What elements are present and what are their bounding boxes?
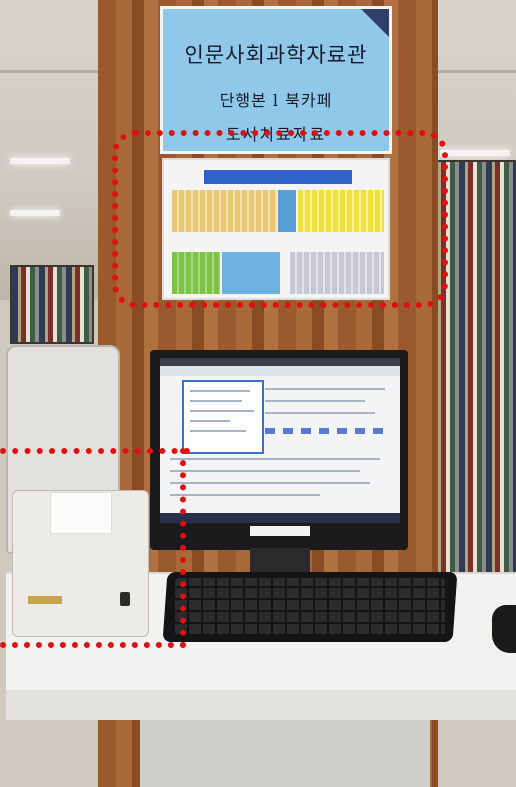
ceiling-beam [0, 70, 100, 73]
screen-text-line [170, 494, 320, 496]
taskbar[interactable] [160, 513, 400, 523]
monitor-label-sticker [250, 526, 310, 536]
keyboard-keys[interactable] [175, 578, 445, 636]
dialog-popup[interactable] [182, 380, 264, 454]
monitor-screen[interactable] [160, 358, 400, 523]
window-titlebar [160, 358, 400, 366]
popup-text-line [190, 430, 246, 432]
screen-tab-strip[interactable] [265, 428, 390, 434]
desk-base [140, 720, 430, 787]
sign-corner-decoration [361, 9, 389, 37]
screen-text-line [265, 400, 365, 402]
sign-title: 인문사회과학자료관 [184, 43, 368, 67]
mouse[interactable] [492, 605, 516, 653]
ceiling-light [10, 210, 60, 216]
screen-text-line [265, 412, 375, 414]
screen-text-line [170, 470, 360, 472]
left-bookshelf [10, 265, 94, 344]
printer-logo [28, 596, 62, 604]
popup-text-line [190, 410, 254, 412]
screen-text-line [170, 482, 370, 484]
books [12, 267, 92, 342]
highlight-box-poster [112, 130, 448, 308]
highlight-line-top [0, 448, 190, 460]
highlight-line-right [180, 448, 192, 648]
printer-button[interactable] [120, 592, 130, 606]
receipt-paper[interactable] [50, 492, 112, 534]
highlight-line-bottom [0, 642, 186, 654]
ceiling-light [10, 158, 70, 164]
screen-text-line [170, 458, 380, 460]
ceiling-light [440, 150, 510, 156]
popup-text-line [190, 400, 242, 402]
desk-front [6, 690, 516, 720]
window-toolbar [160, 366, 400, 376]
popup-text-line [190, 420, 230, 422]
sign-subtitle-1: 단행본 l 북카페 [219, 91, 333, 110]
popup-text-line [190, 390, 250, 392]
screen-text-line [265, 388, 385, 390]
